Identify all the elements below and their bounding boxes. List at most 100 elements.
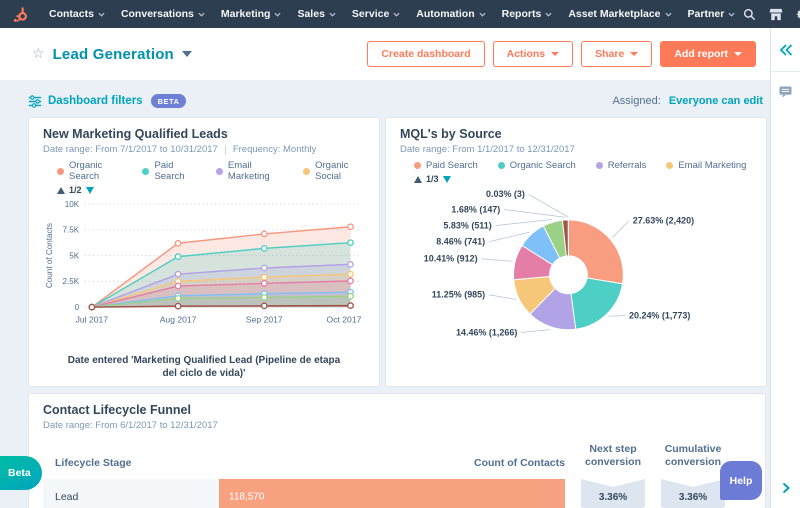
funnel-bar[interactable] xyxy=(219,479,565,508)
nav-item-automation[interactable]: Automation xyxy=(408,0,493,28)
legend-label: Organic Search xyxy=(69,160,103,182)
nav-item-contacts[interactable]: Contacts xyxy=(41,0,113,28)
nav-item-asset-marketplace[interactable]: Asset Marketplace xyxy=(560,0,679,28)
favorite-star-icon[interactable]: ☆ xyxy=(32,46,45,62)
data-point[interactable] xyxy=(174,302,182,310)
share-button[interactable]: Share xyxy=(581,41,653,67)
slice-label: 8.46% (741) xyxy=(436,237,485,247)
data-point[interactable] xyxy=(260,244,268,252)
label-leader-line xyxy=(481,258,513,262)
cumulative-conversion-badge: 3.36% xyxy=(661,479,725,508)
chevron-down-icon xyxy=(545,12,552,17)
dashboard-filters-link[interactable]: Dashboard filters xyxy=(48,95,143,107)
data-point[interactable] xyxy=(260,302,268,310)
nav-item-service[interactable]: Service xyxy=(344,0,408,28)
legend-page-down-icon[interactable] xyxy=(85,186,94,194)
legend-item-organic-social[interactable]: Organic Social xyxy=(303,160,365,182)
data-point[interactable] xyxy=(260,293,268,301)
help-button[interactable]: Help xyxy=(720,461,762,500)
legend-page-up-icon[interactable] xyxy=(57,186,65,194)
legend-item-paid-search[interactable]: Paid Search xyxy=(414,160,478,171)
x-tick-label: Jul 2017 xyxy=(76,315,109,325)
data-point[interactable] xyxy=(174,239,182,247)
legend-label: Email Marketing xyxy=(227,160,270,182)
assigned-value-link[interactable]: Everyone can edit xyxy=(669,95,763,107)
assigned-text: Assigned: Everyone can edit xyxy=(612,95,763,107)
legend-dot-icon xyxy=(414,162,421,169)
next-step-conversion-badge: 3.36% xyxy=(581,479,645,508)
legend-page-up-icon[interactable] xyxy=(414,175,422,183)
chevron-down-icon xyxy=(98,12,105,17)
data-point[interactable] xyxy=(174,270,182,278)
legend-dot-icon xyxy=(666,162,674,169)
data-point[interactable] xyxy=(347,302,354,309)
top-nav: Contacts Conversations Marketing Sales Servi… xyxy=(0,0,800,28)
data-point[interactable] xyxy=(347,277,354,285)
hubspot-logo-icon[interactable] xyxy=(12,6,29,23)
nav-item-partner[interactable]: Partner xyxy=(680,0,744,28)
data-point[interactable] xyxy=(260,280,268,287)
page-title: Lead Generation xyxy=(52,45,174,63)
comments-button[interactable] xyxy=(771,86,800,98)
search-icon[interactable] xyxy=(743,8,756,21)
data-point[interactable] xyxy=(174,294,182,302)
donut-slice-0[interactable] xyxy=(567,219,624,285)
data-point[interactable] xyxy=(347,260,354,268)
data-point[interactable] xyxy=(174,253,182,261)
donut-slice-1[interactable] xyxy=(570,277,624,330)
nav-item-conversations[interactable]: Conversations xyxy=(113,0,213,28)
actions-button[interactable]: Actions xyxy=(492,41,574,67)
nav-item-label: Contacts xyxy=(49,8,94,20)
data-point[interactable] xyxy=(88,303,96,311)
add-report-button[interactable]: Add report xyxy=(660,41,756,67)
area-chart[interactable]: 0 2.5K 5K 7.5K 10K Count of Contacts Jul 2017 A… xyxy=(43,195,365,349)
chevron-down-icon xyxy=(728,12,735,17)
label-leader-line xyxy=(488,231,530,243)
chevron-down-icon xyxy=(198,12,205,17)
nav-item-sales[interactable]: Sales xyxy=(289,0,343,28)
legend-item-organic-search[interactable]: Organic Search xyxy=(57,160,122,182)
legend-item-email-marketing[interactable]: Email Marketing xyxy=(666,160,746,171)
page-header: ☆ Lead Generation Create dashboard Actio… xyxy=(0,28,800,80)
legend-page-indicator: 1/3 xyxy=(426,174,439,184)
donut-chart[interactable]: 27.63% (2,420) 20.24% (1,773) 14.46% (1,26… xyxy=(400,184,752,358)
slice-label: 0.03% (3) xyxy=(486,189,525,199)
data-point[interactable] xyxy=(347,270,354,278)
legend-label: Paid Search xyxy=(154,160,185,182)
nav-item-reports[interactable]: Reports xyxy=(494,0,561,28)
nav-item-label: Conversations xyxy=(120,8,194,20)
data-point[interactable] xyxy=(347,292,354,300)
marketplace-icon[interactable] xyxy=(769,8,783,21)
legend-item-paid-search[interactable]: Paid Search xyxy=(142,160,195,182)
data-point[interactable] xyxy=(347,239,354,247)
collapse-panel-button[interactable] xyxy=(771,28,800,72)
legend-pager: 1/2 xyxy=(57,185,365,195)
data-point[interactable] xyxy=(260,273,268,281)
beta-pill-button[interactable]: Beta xyxy=(0,456,42,490)
data-point[interactable] xyxy=(347,223,354,231)
data-point[interactable] xyxy=(260,264,268,272)
settings-gear-icon[interactable] xyxy=(796,7,800,21)
legend-item-email-marketing[interactable]: Email Marketing xyxy=(215,160,283,182)
nav-item-marketing[interactable]: Marketing xyxy=(213,0,290,28)
right-rail xyxy=(770,28,800,508)
title-dropdown-caret-icon[interactable] xyxy=(181,51,192,57)
filter-icon xyxy=(28,94,42,108)
data-point[interactable] xyxy=(174,282,182,290)
comment-icon xyxy=(779,86,792,98)
legend-dot-icon xyxy=(595,162,603,169)
x-tick-label: Sep 2017 xyxy=(246,315,283,325)
legend-dot-icon xyxy=(142,167,150,175)
card-mql-by-source: MQL's by Source Date range: From 1/1/201… xyxy=(385,117,767,387)
caret-down-icon xyxy=(630,52,639,56)
funnel-title: Contact Lifecycle Funnel xyxy=(43,402,191,417)
legend-item-referrals[interactable]: Referrals xyxy=(595,160,646,171)
nav-item-label: Partner xyxy=(687,8,725,20)
legend-item-organic-search[interactable]: Organic Search xyxy=(497,160,576,171)
legend-page-down-icon[interactable] xyxy=(442,175,451,183)
create-dashboard-button[interactable]: Create dashboard xyxy=(367,41,485,67)
data-point[interactable] xyxy=(260,230,268,238)
y-tick-label: 5K xyxy=(69,251,80,260)
card-new-mql: New Marketing Qualified Leads Date range… xyxy=(28,117,380,387)
expand-panel-button[interactable] xyxy=(771,482,800,494)
